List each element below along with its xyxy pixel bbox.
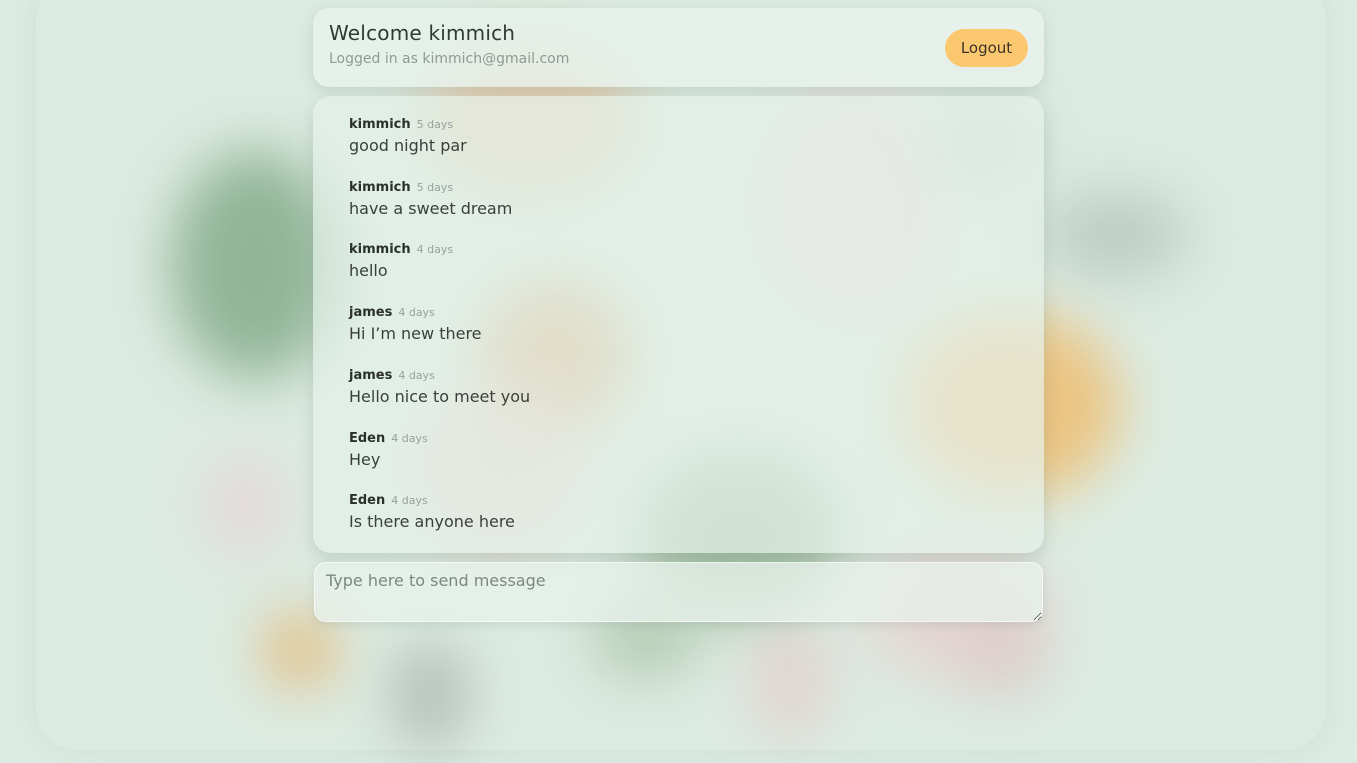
message-list[interactable]: kimmich 5 days good night par kimmich 5 da… bbox=[313, 96, 1044, 553]
message-text: Is there anyone here bbox=[349, 512, 515, 531]
message-author: Eden bbox=[349, 493, 386, 508]
message-text: hello bbox=[349, 261, 388, 280]
welcome-prefix: Welcome bbox=[329, 21, 429, 45]
message-timestamp: 5 days bbox=[416, 181, 454, 194]
message-item: james 4 days Hello nice to meet you bbox=[349, 365, 530, 406]
message-item: Eden 4 days Hey bbox=[349, 428, 428, 469]
message-input[interactable] bbox=[314, 562, 1043, 622]
background-blob bbox=[1040, 190, 1190, 280]
message-item: james 4 days Hi I’m new there bbox=[349, 302, 482, 343]
message-timestamp: 4 days bbox=[398, 306, 435, 319]
background-blob bbox=[390, 640, 470, 750]
message-timestamp: 4 days bbox=[391, 494, 428, 507]
message-author: Eden bbox=[349, 431, 386, 446]
message-timestamp: 5 days bbox=[416, 118, 454, 131]
logged-in-subtitle: Logged in as kimmich@gmail.com bbox=[329, 51, 570, 67]
message-author: kimmich bbox=[349, 180, 411, 195]
message-timestamp: 4 days bbox=[391, 432, 428, 445]
message-text: have a sweet dream bbox=[349, 199, 513, 218]
message-author: james bbox=[349, 368, 393, 383]
background-blob bbox=[960, 610, 1050, 700]
background-blob bbox=[750, 620, 830, 740]
message-author: kimmich bbox=[349, 117, 411, 132]
welcome-title: Welcome kimmich bbox=[329, 21, 515, 45]
chat-header: Welcome kimmich Logged in as kimmich@gma… bbox=[313, 8, 1044, 87]
message-item: kimmich 4 days hello bbox=[349, 239, 453, 280]
message-text: good night par bbox=[349, 136, 467, 155]
message-item: Eden 4 days Is there anyone here bbox=[349, 490, 515, 531]
message-author: james bbox=[349, 305, 393, 320]
message-item: kimmich 5 days good night par bbox=[349, 114, 467, 155]
logout-button[interactable]: Logout bbox=[945, 29, 1028, 67]
background-blob bbox=[260, 610, 340, 690]
message-author: kimmich bbox=[349, 242, 411, 257]
welcome-username: kimmich bbox=[428, 21, 516, 45]
message-text: Hello nice to meet you bbox=[349, 387, 531, 406]
message-text: Hey bbox=[349, 450, 381, 469]
message-item: kimmich 5 days have a sweet dream bbox=[349, 177, 512, 218]
message-timestamp: 4 days bbox=[416, 243, 454, 256]
message-timestamp: 4 days bbox=[398, 369, 435, 382]
background-blob bbox=[200, 450, 290, 560]
message-text: Hi I’m new there bbox=[349, 324, 482, 343]
